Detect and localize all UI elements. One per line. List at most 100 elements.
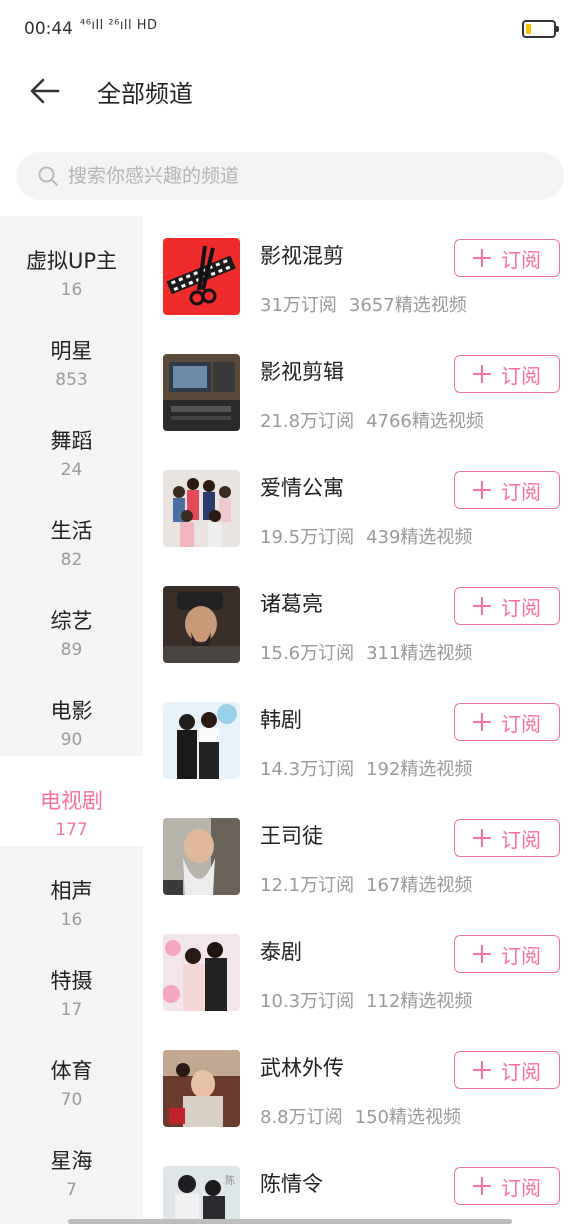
channel-video-count: 192精选视频 xyxy=(366,759,473,780)
subscribe-button[interactable]: 订阅 xyxy=(454,471,560,509)
sidebar-item-label: 生活 xyxy=(50,519,93,543)
sidebar-item-label: 电影 xyxy=(50,699,93,723)
sidebar-item-celebrity[interactable]: 明星 853 xyxy=(0,306,143,396)
sidebar-item-count: 70 xyxy=(60,1090,83,1110)
sidebar-item-label: 相声 xyxy=(50,879,93,903)
subscribe-button[interactable]: 订阅 xyxy=(454,239,560,277)
status-time: 00:44 xyxy=(24,19,73,39)
sidebar-item-xinghai[interactable]: 星海 7 xyxy=(0,1116,143,1206)
sidebar-item-movie[interactable]: 电影 90 xyxy=(0,666,143,756)
sidebar-item-tokusatsu[interactable]: 特摄 17 xyxy=(0,936,143,1026)
channel-item[interactable]: 武林外传 8.8万订阅 150精选视频 订阅 xyxy=(143,1028,580,1144)
subscribe-button[interactable]: 订阅 xyxy=(454,935,560,973)
sidebar-item-dance[interactable]: 舞蹈 24 xyxy=(0,396,143,486)
plus-icon xyxy=(473,481,491,499)
status-bar: 00:44 ⁴⁶ıll ²⁶ıll HD xyxy=(0,0,580,60)
channel-name: 武林外传 xyxy=(260,1056,344,1080)
channel-name: 韩剧 xyxy=(260,708,302,732)
channel-thumbnail xyxy=(163,586,240,663)
plus-icon xyxy=(473,249,491,267)
signal-icon: ⁴⁶ıll ²⁶ıll HD xyxy=(80,18,158,33)
sidebar-item-label: 星海 xyxy=(50,1149,93,1173)
sidebar-item-label: 特摄 xyxy=(50,969,93,993)
channel-video-count: 439精选视频 xyxy=(366,527,473,548)
subscribe-label: 订阅 xyxy=(501,1175,541,1200)
channel-item[interactable]: 陈 陈情令 订阅 xyxy=(143,1144,580,1224)
channel-name: 影视剪辑 xyxy=(260,360,344,384)
search-box[interactable] xyxy=(16,152,564,200)
svg-text:陈: 陈 xyxy=(225,1174,235,1187)
channel-name: 爱情公寓 xyxy=(260,476,344,500)
channel-item[interactable]: 泰剧 10.3万订阅 112精选视频 订阅 xyxy=(143,912,580,1028)
sidebar-item-count: 24 xyxy=(60,460,83,480)
sidebar-item-count: 853 xyxy=(55,370,88,390)
channel-thumbnail xyxy=(163,470,240,547)
plus-icon xyxy=(473,713,491,731)
plus-icon xyxy=(473,829,491,847)
header: 全部频道 xyxy=(0,60,580,122)
channel-subscribers: 14.3万订阅 xyxy=(260,759,355,780)
sidebar-item-variety[interactable]: 综艺 89 xyxy=(0,576,143,666)
subscribe-button[interactable]: 订阅 xyxy=(454,819,560,857)
arrow-left-icon[interactable] xyxy=(28,74,62,108)
subscribe-button[interactable]: 订阅 xyxy=(454,355,560,393)
subscribe-button[interactable]: 订阅 xyxy=(454,587,560,625)
channel-meta: 31万订阅 3657精选视频 xyxy=(260,291,467,317)
sidebar-item-virtual-up[interactable]: 虚拟UP主 16 xyxy=(0,216,143,306)
channel-item[interactable]: 影视混剪 31万订阅 3657精选视频 订阅 xyxy=(143,216,580,332)
page-title: 全部频道 xyxy=(97,80,193,108)
channel-name: 王司徒 xyxy=(260,824,323,848)
channel-subscribers: 8.8万订阅 xyxy=(260,1107,343,1128)
channel-meta: 21.8万订阅 4766精选视频 xyxy=(260,407,484,433)
channel-name: 陈情令 xyxy=(260,1172,323,1196)
channel-meta: 14.3万订阅 192精选视频 xyxy=(260,755,472,781)
channel-name: 泰剧 xyxy=(260,940,302,964)
channel-meta: 12.1万订阅 167精选视频 xyxy=(260,871,472,897)
sidebar-item-label: 虚拟UP主 xyxy=(25,249,118,273)
channel-meta: 8.8万订阅 150精选视频 xyxy=(260,1103,461,1129)
sidebar-item-count: 16 xyxy=(60,280,83,300)
subscribe-label: 订阅 xyxy=(501,479,541,504)
sidebar-item-count: 82 xyxy=(60,550,83,570)
subscribe-button[interactable]: 订阅 xyxy=(454,1051,560,1089)
channel-subscribers: 31万订阅 xyxy=(260,295,337,316)
channel-item[interactable]: 韩剧 14.3万订阅 192精选视频 订阅 xyxy=(143,680,580,796)
channel-thumbnail xyxy=(163,702,240,779)
navigation-bar[interactable] xyxy=(68,1219,512,1224)
channel-list: 影视混剪 31万订阅 3657精选视频 订阅 影视剪辑 21.8万订阅 4766精选… xyxy=(143,216,580,1224)
channel-subscribers: 19.5万订阅 xyxy=(260,527,355,548)
channel-subscribers: 10.3万订阅 xyxy=(260,991,355,1012)
category-sidebar: 虚拟UP主 16 明星 853 舞蹈 24 生活 82 综艺 89 电影 90 … xyxy=(0,216,143,1224)
sidebar-item-count: 7 xyxy=(66,1180,77,1200)
sidebar-item-label: 明星 xyxy=(50,339,93,363)
channel-thumbnail xyxy=(163,818,240,895)
search-input[interactable] xyxy=(68,152,548,200)
sidebar-item-sports[interactable]: 体育 70 xyxy=(0,1026,143,1116)
sidebar-item-label: 舞蹈 xyxy=(50,429,93,453)
subscribe-label: 订阅 xyxy=(501,595,541,620)
sidebar-item-count: 17 xyxy=(60,1000,83,1020)
subscribe-button[interactable]: 订阅 xyxy=(454,703,560,741)
channel-subscribers: 21.8万订阅 xyxy=(260,411,355,432)
channel-item[interactable]: 影视剪辑 21.8万订阅 4766精选视频 订阅 xyxy=(143,332,580,448)
channel-item[interactable]: 王司徒 12.1万订阅 167精选视频 订阅 xyxy=(143,796,580,912)
sidebar-item-crosstalk[interactable]: 相声 16 xyxy=(0,846,143,936)
subscribe-button[interactable]: 订阅 xyxy=(454,1167,560,1205)
channel-video-count: 167精选视频 xyxy=(366,875,473,896)
channel-item[interactable]: 诸葛亮 15.6万订阅 311精选视频 订阅 xyxy=(143,564,580,680)
channel-video-count: 311精选视频 xyxy=(366,643,473,664)
channel-meta: 10.3万订阅 112精选视频 xyxy=(260,987,472,1013)
subscribe-label: 订阅 xyxy=(501,1059,541,1084)
sidebar-item-label: 电视剧 xyxy=(40,789,103,813)
subscribe-label: 订阅 xyxy=(501,943,541,968)
subscribe-label: 订阅 xyxy=(501,363,541,388)
channel-meta: 19.5万订阅 439精选视频 xyxy=(260,523,472,549)
plus-icon xyxy=(473,365,491,383)
channel-thumbnail xyxy=(163,238,240,315)
search-icon xyxy=(38,166,58,186)
channel-thumbnail xyxy=(163,354,240,431)
channel-item[interactable]: 爱情公寓 19.5万订阅 439精选视频 订阅 xyxy=(143,448,580,564)
sidebar-item-tv-drama[interactable]: 电视剧 177 xyxy=(0,756,143,846)
channel-video-count: 112精选视频 xyxy=(366,991,473,1012)
sidebar-item-life[interactable]: 生活 82 xyxy=(0,486,143,576)
